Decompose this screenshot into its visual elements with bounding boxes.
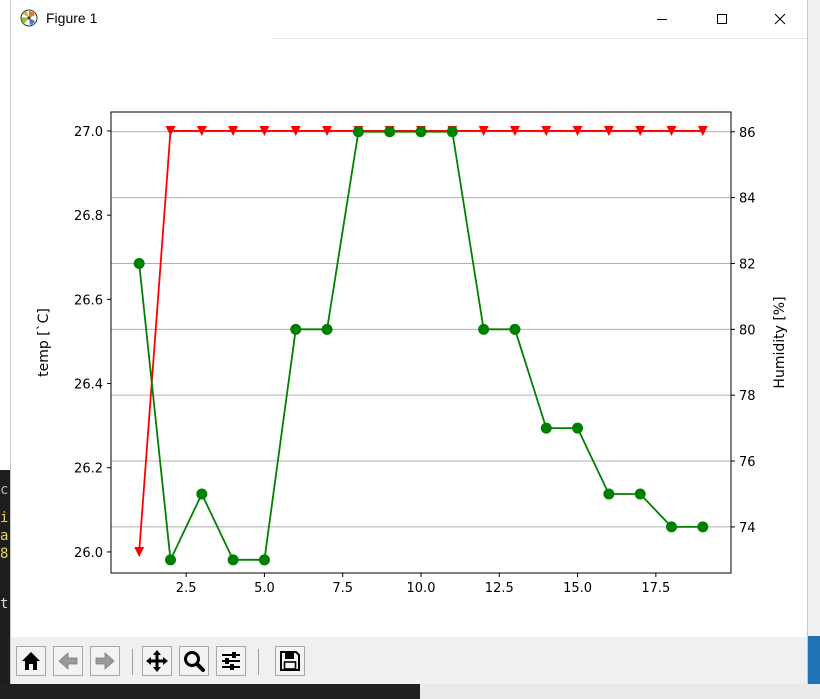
background-taskbar-light — [420, 684, 820, 699]
home-button[interactable] — [16, 646, 46, 676]
data-point — [509, 323, 521, 335]
x-tick-label: 7.5 — [332, 581, 353, 596]
arrow-left-icon — [58, 652, 78, 670]
data-point — [697, 521, 709, 533]
data-point — [540, 422, 552, 434]
terminal-fragment: i — [0, 510, 9, 526]
configure-subplots-button[interactable] — [216, 646, 246, 676]
x-tick-label: 2.5 — [176, 581, 197, 596]
data-series — [133, 125, 709, 566]
series-line — [138, 130, 703, 564]
axes-frame — [110, 111, 732, 574]
y-axis-label-left: temp [`C] — [36, 308, 52, 377]
y-tick-label-left: 26.2 — [74, 462, 103, 477]
save-button[interactable] — [275, 646, 305, 676]
y-tick-label-right: 80 — [739, 323, 756, 338]
magnifier-icon — [184, 651, 205, 672]
data-point — [352, 126, 364, 138]
x-tick-label: 5.0 — [254, 581, 275, 596]
terminal-fragment: a — [0, 528, 9, 544]
maximize-button[interactable] — [699, 0, 745, 38]
navigation-toolbar — [11, 637, 807, 684]
x-tick-label: 17.5 — [641, 581, 670, 596]
y-tick-label-right: 78 — [739, 389, 756, 404]
data-point — [196, 488, 208, 500]
close-button[interactable] — [757, 0, 803, 38]
x-tick-label: 10.0 — [407, 581, 436, 596]
y-tick-label-right: 86 — [739, 126, 756, 141]
data-point — [572, 422, 584, 434]
arrow-right-icon — [95, 652, 115, 670]
back-button[interactable] — [53, 646, 83, 676]
data-point — [634, 488, 646, 500]
data-point — [478, 323, 490, 335]
data-point — [415, 126, 427, 138]
figure-window: Figure 1 2.5 5.0 7.5 10.0 12.5 15.0 17.5 26.0 26… — [10, 0, 808, 684]
y-tick-label-left: 26.8 — [74, 209, 103, 224]
matplotlib-logo-icon — [20, 9, 38, 27]
y-tick-label-left: 27.0 — [74, 125, 103, 140]
data-point — [164, 554, 176, 566]
forward-button[interactable] — [90, 646, 120, 676]
home-icon — [22, 652, 40, 670]
series-line — [138, 130, 703, 553]
data-point — [290, 323, 302, 335]
y-tick-label-left: 26.0 — [74, 546, 103, 561]
data-point — [134, 546, 145, 557]
data-point — [321, 323, 333, 335]
zoom-button[interactable] — [179, 646, 209, 676]
data-point — [227, 554, 239, 566]
y-axis-label-right: Humidity [%] — [772, 296, 788, 388]
minimize-icon — [657, 19, 667, 20]
title-bar[interactable]: Figure 1 — [11, 0, 807, 38]
tick-labels: 2.5 5.0 7.5 10.0 12.5 15.0 17.5 26.0 26.2 26.4 26.… — [74, 125, 756, 596]
y-tick-label-right: 74 — [739, 521, 756, 536]
sliders-icon — [222, 652, 240, 670]
close-icon — [774, 13, 786, 25]
minimize-button[interactable] — [639, 0, 685, 38]
pan-button[interactable] — [142, 646, 172, 676]
background-desktop — [808, 0, 820, 699]
terminal-fragment: 8 — [0, 546, 9, 562]
window-title: Figure 1 — [46, 10, 98, 26]
y-tick-label-left: 26.6 — [74, 293, 103, 308]
move-arrows-icon — [146, 650, 168, 672]
y-tick-label-right: 82 — [739, 257, 756, 272]
x-tick-label: 12.5 — [485, 581, 514, 596]
y-tick-label-right: 76 — [739, 455, 756, 470]
data-point — [133, 257, 145, 269]
data-point — [384, 126, 396, 138]
toolbar-separator — [132, 649, 133, 675]
floppy-disk-icon — [280, 651, 300, 671]
data-point — [258, 554, 270, 566]
y-tick-label-right: 84 — [739, 192, 756, 207]
data-point — [446, 126, 458, 138]
maximize-icon — [717, 14, 727, 24]
toolbar-separator — [258, 649, 259, 675]
data-point — [603, 488, 615, 500]
data-point — [666, 521, 678, 533]
terminal-fragment: c — [0, 482, 9, 498]
grid-lines — [111, 131, 731, 528]
x-tick-label: 15.0 — [563, 581, 592, 596]
terminal-fragment: t — [0, 596, 9, 612]
figure-canvas[interactable]: 2.5 5.0 7.5 10.0 12.5 15.0 17.5 26.0 26.2 26.4 26.… — [11, 39, 807, 637]
y-tick-label-left: 26.4 — [74, 378, 103, 393]
